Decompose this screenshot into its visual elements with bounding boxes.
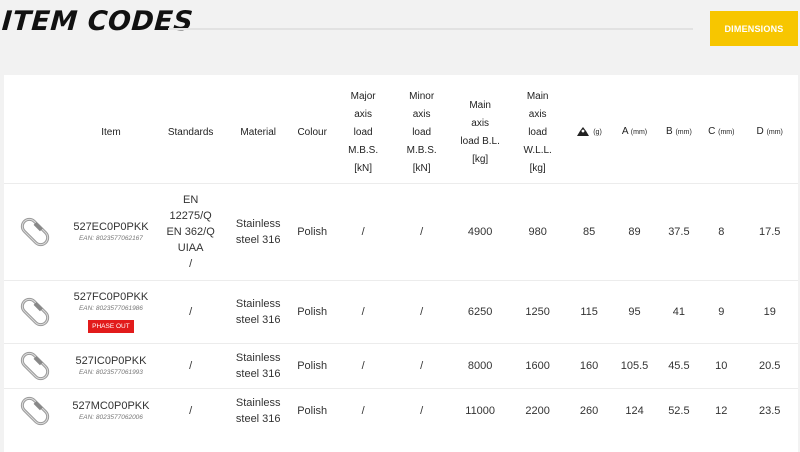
phase-out-badge: PHASE OUT <box>88 320 134 333</box>
weight-cell: 160 <box>565 342 613 388</box>
item-ean: EAN: 8023577062167 <box>78 234 143 242</box>
col-major-axis: Major axis load M.B.S. [kN] <box>348 90 379 174</box>
main-axis-bl-cell: 8000 <box>450 342 510 388</box>
item-ean: EAN: 8023577061986 <box>78 305 143 312</box>
minor-axis-cell: / <box>392 279 451 343</box>
col-standards: Standards <box>167 126 214 138</box>
major-axis-cell: / <box>333 342 393 388</box>
colour-cell: Polish <box>290 342 334 388</box>
material-cell: Stainless steel 316 <box>225 279 291 343</box>
item-codes-table: Item Standards Material Colour Major axis… <box>4 83 798 433</box>
col-b: B (mm) <box>666 126 692 138</box>
item-cell: 527IC0P0PKK EAN: 8023577061993 <box>66 342 156 388</box>
col-main-axis-bl: Main axis load B.L. [kg] <box>460 99 500 165</box>
page-title: ITEM CODES <box>0 6 195 37</box>
item-codes-card: Item Standards Material Colour Major axis… <box>4 75 798 452</box>
col-a: A (mm) <box>621 126 648 138</box>
table-row[interactable]: 527MC0P0PKK EAN: 8023577062006 / Stainle… <box>4 387 798 433</box>
material-cell: Stainless steel 316 <box>225 182 291 280</box>
item-code[interactable]: 527IC0P0PKK <box>69 354 154 368</box>
main-axis-bl-cell: 4900 <box>450 182 510 280</box>
table-row[interactable]: 527FC0P0PKK EAN: 8023577061986 PHASE OUT… <box>4 279 798 343</box>
a-cell: 124 <box>612 387 657 433</box>
standards-cell: EN 12275/Q EN 362/Q UIAA / <box>155 182 226 280</box>
col-material: Material <box>240 126 276 138</box>
table-row[interactable]: 527IC0P0PKK EAN: 8023577061993 / Stainle… <box>4 342 798 388</box>
d-cell: 20.5 <box>741 342 798 388</box>
a-cell: 105.5 <box>612 342 657 388</box>
colour-cell: Polish <box>290 182 334 280</box>
d-cell: 19 <box>741 279 798 343</box>
c-cell: 9 <box>701 279 742 343</box>
standards-cell: / <box>155 387 226 433</box>
col-c: C (mm) <box>708 126 735 138</box>
col-main-axis-wll: Main axis load W.L.L. [kg] <box>523 90 552 174</box>
product-image[interactable] <box>4 279 67 343</box>
carabiner-icon <box>21 297 50 326</box>
item-cell: 527EC0P0PKK EAN: 8023577062167 <box>66 182 156 280</box>
minor-axis-cell: / <box>392 182 451 280</box>
product-image[interactable] <box>4 387 67 433</box>
c-cell: 10 <box>701 342 742 388</box>
col-minor-axis: Minor axis load M.B.S. [kN] <box>406 90 437 174</box>
carabiner-icon <box>21 396 50 425</box>
weight-cell: 260 <box>565 387 613 433</box>
b-cell: 41 <box>656 279 702 343</box>
weight-cell: 115 <box>565 279 613 343</box>
col-item: Item <box>101 126 121 138</box>
weight-scale-icon <box>577 127 590 137</box>
colour-cell: Polish <box>290 279 334 343</box>
major-axis-cell: / <box>333 182 393 280</box>
b-cell: 37.5 <box>656 182 702 280</box>
page-header: ITEM CODES DIMENSIONS <box>0 0 800 60</box>
col-d: D (mm) <box>756 126 783 138</box>
a-cell: 89 <box>612 182 657 280</box>
b-cell: 45.5 <box>656 342 702 388</box>
main-axis-bl-cell: 11000 <box>450 387 510 433</box>
main-axis-wll-cell: 1600 <box>509 342 566 388</box>
item-ean: EAN: 8023577062006 <box>78 413 143 421</box>
item-code[interactable]: 527FC0P0PKK <box>69 290 154 304</box>
main-axis-wll-cell: 2200 <box>509 387 566 433</box>
main-axis-wll-cell: 980 <box>509 182 566 280</box>
c-cell: 12 <box>701 387 742 433</box>
item-code[interactable]: 527MC0P0PKK <box>69 399 154 413</box>
col-colour: Colour <box>297 126 327 138</box>
standards-cell: / <box>155 342 226 388</box>
table-row[interactable]: 527EC0P0PKK EAN: 8023577062167 EN 12275/Q… <box>4 182 798 280</box>
carabiner-icon <box>21 351 50 380</box>
header-divider <box>168 28 693 30</box>
col-icon <box>4 83 67 183</box>
standards-cell: / <box>155 279 226 343</box>
item-ean: EAN: 8023577061993 <box>78 368 143 376</box>
colour-cell: Polish <box>290 387 334 433</box>
d-cell: 23.5 <box>741 387 798 433</box>
carabiner-icon <box>21 217 50 246</box>
b-cell: 52.5 <box>656 387 702 433</box>
item-code[interactable]: 527EC0P0PKK <box>69 220 154 234</box>
product-image[interactable] <box>4 342 67 388</box>
d-cell: 17.5 <box>741 182 798 280</box>
material-cell: Stainless steel 316 <box>225 342 291 388</box>
minor-axis-cell: / <box>392 342 451 388</box>
a-cell: 95 <box>612 279 657 343</box>
weight-cell: 85 <box>565 182 613 280</box>
product-image[interactable] <box>4 182 67 280</box>
c-cell: 8 <box>701 182 742 280</box>
major-axis-cell: / <box>333 387 393 433</box>
main-axis-bl-cell: 6250 <box>450 279 510 343</box>
main-axis-wll-cell: 1250 <box>509 279 566 343</box>
dimensions-button[interactable]: DIMENSIONS <box>710 11 798 46</box>
col-weight: (g) <box>566 83 612 183</box>
item-cell: 527FC0P0PKK EAN: 8023577061986 PHASE OUT <box>66 279 156 343</box>
table-header-row: Item Standards Material Colour Major axis… <box>4 83 798 183</box>
minor-axis-cell: / <box>392 387 451 433</box>
major-axis-cell: / <box>333 279 393 343</box>
item-cell: 527MC0P0PKK EAN: 8023577062006 <box>66 387 156 433</box>
material-cell: Stainless steel 316 <box>225 387 291 433</box>
